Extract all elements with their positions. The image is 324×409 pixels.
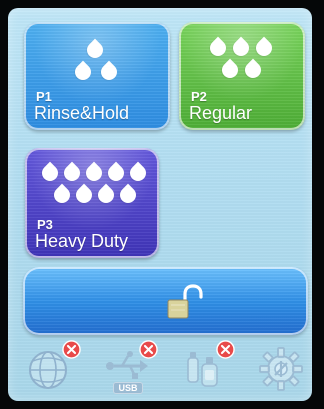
red-x-badge-icon bbox=[62, 340, 81, 359]
red-x-badge-icon bbox=[139, 340, 158, 359]
water-drop-icon bbox=[82, 161, 106, 185]
usb-label: USB bbox=[113, 382, 143, 394]
program-name: Regular bbox=[189, 103, 253, 123]
dishwasher-screen: P1 Rinse&Hold P2 Regular P3 Heavy Duty U… bbox=[8, 8, 312, 401]
water-drop-icon bbox=[97, 60, 121, 84]
water-drop-icon bbox=[206, 36, 230, 60]
program-name: Heavy Duty bbox=[35, 231, 129, 251]
water-drop-icon bbox=[83, 38, 107, 62]
program-button-p1[interactable]: P1 Rinse&Hold bbox=[24, 22, 170, 130]
unlocked-padlock-icon bbox=[167, 284, 203, 319]
water-drop-icon bbox=[126, 161, 150, 185]
chemicals-button[interactable] bbox=[177, 340, 235, 396]
lock-button[interactable] bbox=[23, 267, 308, 335]
program-code: P1 bbox=[36, 89, 52, 104]
water-drop-icon bbox=[71, 60, 95, 84]
water-drop-icon bbox=[218, 58, 242, 82]
water-drop-icon bbox=[94, 183, 118, 207]
program-name: Rinse&Hold bbox=[34, 103, 130, 123]
water-drop-icon bbox=[72, 183, 96, 207]
gear-settings-icon bbox=[259, 347, 303, 391]
red-x-badge-icon bbox=[216, 340, 235, 359]
water-drop-icon bbox=[252, 36, 276, 60]
program-button-p2[interactable]: P2 Regular bbox=[179, 22, 305, 130]
water-drop-icon bbox=[116, 183, 140, 207]
water-drop-icon bbox=[229, 36, 253, 60]
water-drop-icon bbox=[104, 161, 128, 185]
water-drop-icon bbox=[241, 58, 265, 82]
usb-button[interactable]: USB bbox=[100, 340, 158, 396]
water-drop-icon bbox=[50, 183, 74, 207]
water-drop-icon bbox=[60, 161, 84, 185]
program-code: P2 bbox=[191, 89, 207, 104]
program-button-p3[interactable]: P3 Heavy Duty bbox=[25, 148, 159, 258]
network-button[interactable] bbox=[23, 340, 81, 396]
settings-button[interactable] bbox=[254, 342, 308, 396]
program-code: P3 bbox=[37, 217, 53, 232]
water-drop-icon bbox=[38, 161, 62, 185]
